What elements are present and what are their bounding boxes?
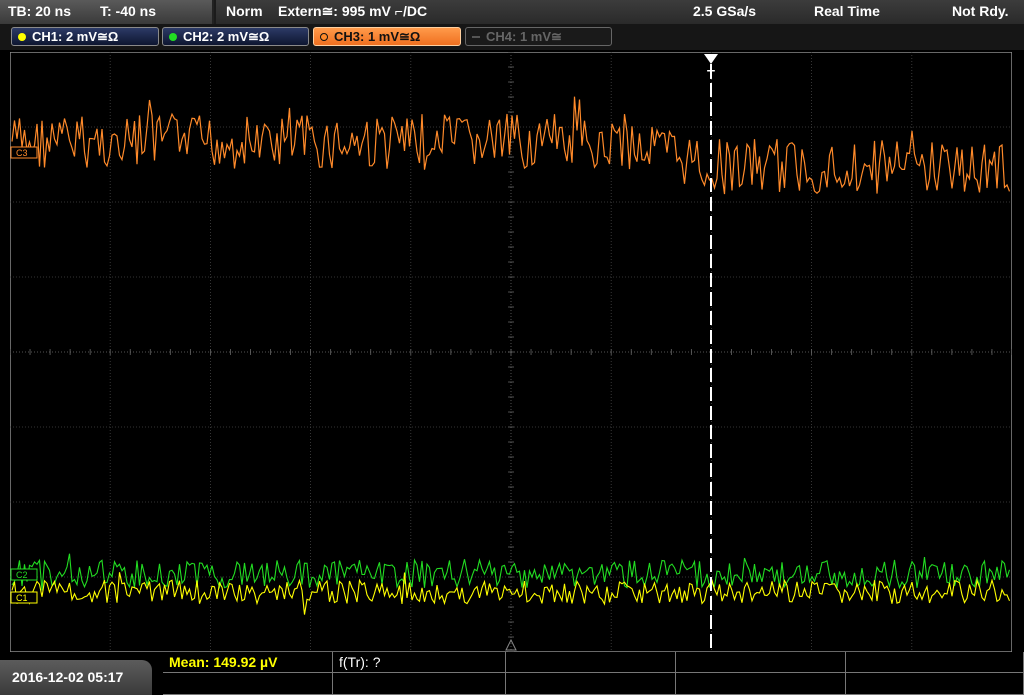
- measurement-table: Mean: 149.92 µV f(Tr): ?: [163, 652, 1024, 695]
- trigger-mode[interactable]: Norm: [226, 3, 263, 19]
- measurement-cell[interactable]: Mean: 149.92 µV: [163, 652, 333, 673]
- channel-3-button[interactable]: CH3: 1 mV≅Ω: [313, 27, 461, 46]
- channel-1-label: CH1: 2 mV≅Ω: [32, 29, 119, 44]
- measurement-cell[interactable]: [846, 652, 1024, 673]
- timebase-readout[interactable]: TB: 20 ns: [8, 3, 71, 19]
- channel-3-marker-label: C3: [16, 148, 28, 158]
- channel-2-marker[interactable]: C2: [10, 568, 38, 581]
- measurement-cell[interactable]: [676, 652, 846, 673]
- bottom-bar: 2016-12-02 05:17 Mean: 149.92 µV f(Tr): …: [0, 652, 1024, 695]
- channel-2-dot-icon: [169, 33, 177, 41]
- measurement-cell[interactable]: [846, 673, 1024, 695]
- datetime-panel: 2016-12-02 05:17: [0, 660, 152, 695]
- channel-2-button[interactable]: CH2: 2 mV≅Ω: [162, 27, 309, 46]
- channel-4-label: CH4: 1 mV≅: [486, 29, 562, 44]
- trigger-time-readout[interactable]: T: -40 ns: [100, 3, 156, 19]
- frequency-measurement: f(Tr): ?: [339, 654, 381, 670]
- mean-measurement: Mean: 149.92 µV: [169, 654, 278, 670]
- channel-2-label: CH2: 2 mV≅Ω: [183, 29, 270, 44]
- trigger-source[interactable]: Extern≅: 995 mV ⌐/DC: [278, 3, 427, 20]
- channel-bar: CH1: 2 mV≅Ω CH2: 2 mV≅Ω CH3: 1 mV≅Ω CH4:…: [0, 24, 1024, 50]
- sample-rate[interactable]: 2.5 GSa/s: [693, 3, 756, 19]
- trigger-panel: Norm Extern≅: 995 mV ⌐/DC 2.5 GSa/s Real…: [216, 0, 1024, 24]
- waveform-display[interactable]: T C3 C2 C1: [10, 52, 1012, 652]
- measurement-cell[interactable]: [676, 673, 846, 695]
- measurement-cell[interactable]: [333, 673, 506, 695]
- trigger-label: T: [707, 67, 715, 82]
- channel-1-dot-icon: [18, 33, 26, 41]
- channel-1-marker-label: C1: [16, 593, 28, 603]
- acquisition-mode[interactable]: Real Time: [814, 3, 880, 19]
- channel-4-button[interactable]: CH4: 1 mV≅: [465, 27, 612, 46]
- measurement-cell[interactable]: [506, 652, 676, 673]
- channel-3-marker[interactable]: C3: [10, 146, 38, 159]
- measurement-cell[interactable]: [163, 673, 333, 695]
- status-bar: TB: 20 ns T: -40 ns Norm Extern≅: 995 mV…: [0, 0, 1024, 24]
- measurement-cell[interactable]: f(Tr): ?: [333, 652, 506, 673]
- acquisition-state: Not Rdy.: [952, 3, 1009, 19]
- channel-4-dot-icon: [472, 36, 480, 38]
- channel-1-marker[interactable]: C1: [10, 591, 38, 604]
- channel-2-marker-label: C2: [16, 570, 28, 580]
- timebase-panel[interactable]: TB: 20 ns T: -40 ns: [0, 0, 214, 24]
- channel-3-dot-icon: [320, 33, 328, 41]
- channel-3-label: CH3: 1 mV≅Ω: [334, 29, 421, 44]
- channel-1-button[interactable]: CH1: 2 mV≅Ω: [11, 27, 159, 46]
- datetime-readout: 2016-12-02 05:17: [12, 669, 124, 685]
- measurement-cell[interactable]: [506, 673, 676, 695]
